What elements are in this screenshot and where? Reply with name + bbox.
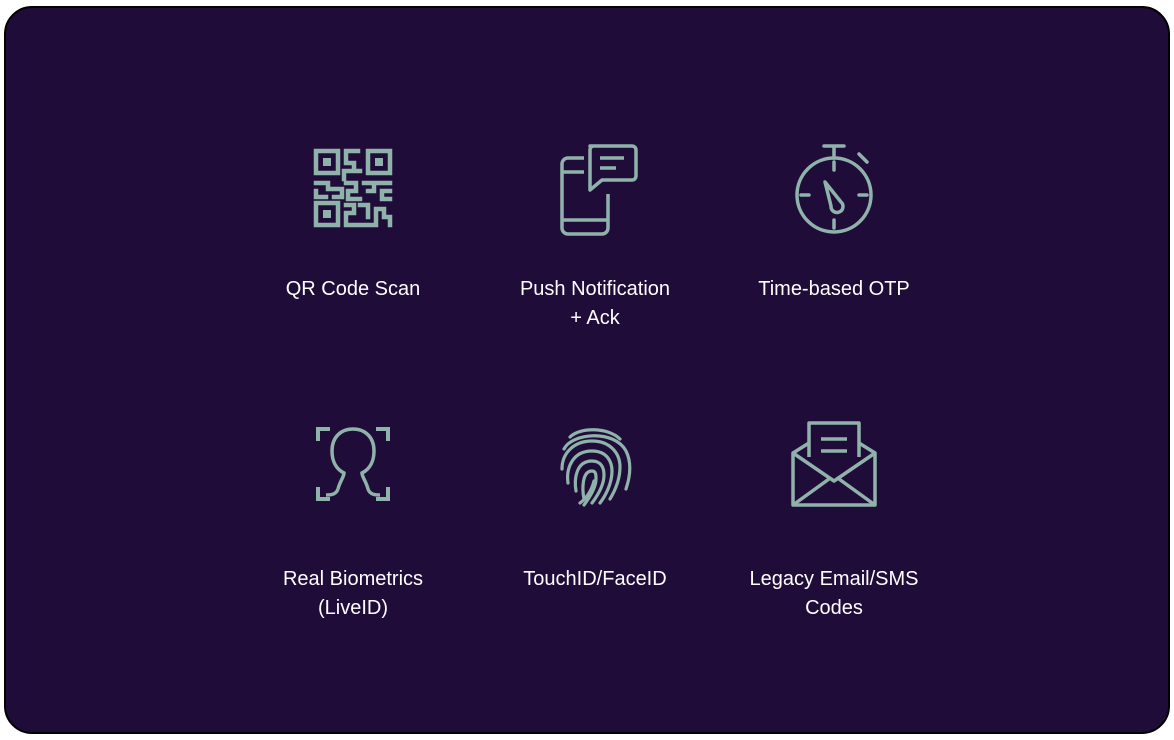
method-label: Push Notification + Ack xyxy=(519,278,671,329)
method-qr-code: QR Code Scan xyxy=(253,138,453,304)
method-label: Legacy Email/SMS Codes xyxy=(749,568,919,619)
method-time-based-otp: Time-based OTP xyxy=(734,138,934,304)
stopwatch-icon xyxy=(795,144,873,234)
method-label: QR Code Scan xyxy=(285,278,421,300)
method-real-biometrics: Real Biometrics (LiveID) xyxy=(253,414,453,623)
method-legacy-email-sms: Legacy Email/SMS Codes xyxy=(734,414,934,623)
fingerprint-icon xyxy=(560,428,632,507)
method-label: Real Biometrics (LiveID) xyxy=(282,568,424,619)
qr-code-icon xyxy=(313,148,393,228)
method-label: Time-based OTP xyxy=(758,278,910,300)
envelope-icon xyxy=(791,421,877,507)
method-touchid-faceid: TouchID/FaceID xyxy=(495,414,695,594)
method-label: TouchID/FaceID xyxy=(523,568,667,590)
face-scan-icon xyxy=(316,427,390,501)
method-push-notification: Push Notification + Ack xyxy=(495,138,695,333)
phone-message-icon xyxy=(560,144,638,236)
auth-methods-card: QR Code Scan Push Notification + Ack Tim… xyxy=(4,6,1170,734)
